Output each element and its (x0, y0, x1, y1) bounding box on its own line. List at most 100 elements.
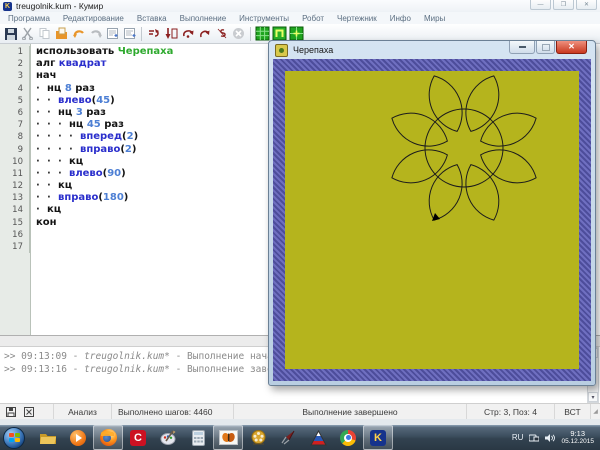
network-icon[interactable] (529, 433, 540, 443)
explorer-icon[interactable] (33, 425, 63, 450)
maximize-button[interactable]: ❒ (553, 0, 574, 10)
run-fast-button[interactable] (196, 26, 213, 42)
chrome-icon[interactable] (333, 425, 363, 450)
turtle-window[interactable]: Черепаха ✕ (268, 40, 596, 386)
media-player-icon[interactable] (63, 425, 93, 450)
insert-text-icon (107, 28, 118, 39)
code-token: · (36, 143, 40, 155)
film-reel-icon[interactable] (243, 425, 273, 450)
code-token: · (36, 106, 40, 118)
copy-button[interactable] (36, 26, 53, 42)
turtle-close-button[interactable]: ✕ (556, 41, 587, 54)
code-text: · · нц 3 раз (30, 107, 106, 119)
red-c-app-icon[interactable]: C (123, 425, 153, 450)
code-token: ) (123, 192, 129, 204)
console-prefix: >> 09:13:16 - (4, 364, 85, 375)
code-text: · · кц (30, 180, 72, 192)
code-token: квадрат (58, 58, 107, 70)
line-number: 12 (0, 180, 30, 193)
code-token: кц (69, 155, 84, 167)
menu-item-program[interactable]: Программа (8, 14, 50, 23)
status-clear-icon[interactable] (24, 406, 34, 417)
code-token: · (36, 167, 40, 179)
code-token: 8 (64, 82, 72, 94)
code-token: · (58, 119, 62, 131)
line-number: 17 (0, 241, 30, 254)
firefox-icon[interactable] (93, 425, 123, 450)
turtle-window-title: Черепаха (293, 45, 334, 55)
step-out-button[interactable] (213, 26, 230, 42)
menu-item-run[interactable]: Выполнение (180, 14, 227, 23)
alt-a-icon[interactable] (303, 425, 333, 450)
save-button[interactable] (2, 26, 19, 42)
insert-text-button[interactable] (104, 26, 121, 42)
turtle-minimize-button[interactable] (509, 41, 535, 54)
insert-block-button[interactable] (121, 26, 138, 42)
clock[interactable]: 9:13 05.12.2015 (561, 429, 596, 446)
paint-icon[interactable] (153, 425, 183, 450)
code-token: · (36, 192, 40, 204)
menu-item-tools[interactable]: Инструменты (239, 14, 289, 23)
undo-button[interactable] (70, 26, 87, 42)
menubar: Программа Редактирование Вставка Выполнение… (0, 12, 600, 24)
step-out-icon (217, 28, 226, 39)
turtle-canvas[interactable] (285, 71, 579, 369)
kumir-taskbar-icon[interactable]: K (363, 425, 393, 450)
paste-button[interactable] (53, 26, 70, 42)
status-analysis: Анализ (54, 404, 112, 419)
turtle-maximize-button[interactable] (536, 41, 555, 54)
rocket-icon[interactable] (273, 425, 303, 450)
step-into-icon (165, 28, 177, 39)
clock-date: 05.12.2015 (561, 437, 594, 445)
menu-item-editing[interactable]: Редактирование (63, 14, 124, 23)
line-number: 15 (0, 216, 30, 229)
menu-item-robot[interactable]: Робот (302, 14, 324, 23)
redo-button[interactable] (87, 26, 104, 42)
undo-icon (72, 30, 84, 38)
start-orb[interactable] (3, 426, 25, 449)
step-into-button[interactable] (162, 26, 179, 42)
status-cursor-position: Стр: 3, Поз: 4 (467, 404, 555, 419)
line-number: 7 (0, 119, 30, 132)
code-text: · · · влево(90) (30, 168, 126, 180)
run-button[interactable] (179, 26, 196, 42)
robot-window-button[interactable] (254, 26, 271, 42)
cut-icon (22, 27, 33, 40)
save-icon (4, 27, 17, 40)
code-token: раз (100, 119, 124, 131)
line-number: 13 (0, 192, 30, 205)
minimize-button[interactable]: — (530, 0, 551, 10)
code-token: · (47, 119, 51, 131)
code-token: кон (36, 216, 57, 228)
close-button[interactable]: ✕ (576, 0, 597, 10)
turtle-icon (275, 43, 288, 57)
menu-item-worlds[interactable]: Миры (424, 14, 445, 23)
scroll-down-icon[interactable]: ▾ (588, 392, 598, 402)
status-message: Выполнение завершено (234, 404, 467, 419)
menu-item-insert[interactable]: Вставка (137, 14, 167, 23)
volume-icon[interactable] (545, 433, 556, 443)
photo-butterfly-icon[interactable] (213, 425, 243, 450)
stop-button[interactable] (230, 26, 247, 42)
line-number: 8 (0, 131, 30, 144)
calculator-icon[interactable] (183, 425, 213, 450)
cut-button[interactable] (19, 26, 36, 42)
code-token: · (69, 131, 73, 143)
code-token: · (58, 131, 62, 143)
status-save-icon[interactable] (6, 406, 16, 417)
code-text: · кц (30, 204, 61, 216)
step-over-button[interactable] (145, 26, 162, 42)
code-token: влево (69, 167, 103, 179)
code-token: · (36, 119, 40, 131)
language-indicator[interactable]: RU (512, 433, 524, 442)
code-token: 90 (107, 167, 122, 179)
console-prefix: >> 09:13:09 - (4, 351, 85, 362)
robot-window-icon (255, 26, 270, 41)
code-text: · · · · вправо(2) (30, 144, 136, 156)
code-token: кц (58, 180, 73, 192)
code-token: · (36, 131, 40, 143)
menu-item-info[interactable]: Инфо (390, 14, 411, 23)
menu-item-drawer[interactable]: Чертежник (337, 14, 377, 23)
